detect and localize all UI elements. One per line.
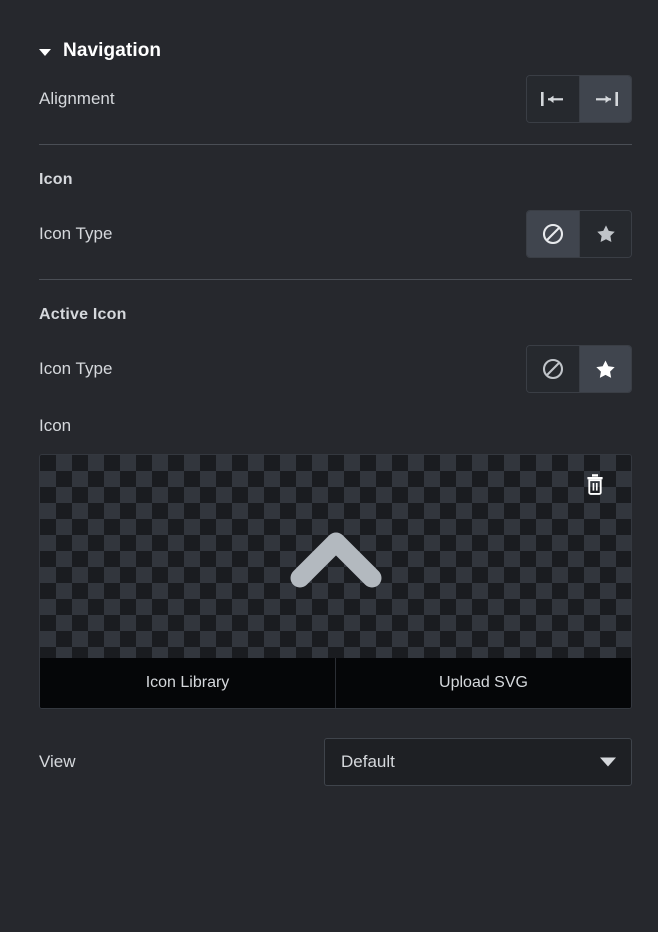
view-label: View	[39, 752, 76, 771]
icon-library-button[interactable]: Icon Library	[40, 658, 335, 708]
active-icon-type-row: Icon Type	[0, 342, 658, 396]
align-right-button[interactable]	[579, 76, 631, 122]
group-heading-icon: Icon	[39, 171, 73, 188]
active-icon-type-icon-button[interactable]	[579, 346, 631, 392]
icon-media-actions: Icon Library Upload SVG	[40, 658, 631, 708]
icon-type-label: Icon Type	[39, 224, 113, 243]
icon-media-control: Icon Library Upload SVG	[39, 454, 632, 709]
star-icon	[595, 223, 617, 245]
ban-icon	[541, 222, 565, 246]
align-left-button[interactable]	[527, 76, 579, 122]
page-title: Navigation	[63, 40, 162, 61]
upload-svg-button[interactable]: Upload SVG	[335, 658, 631, 708]
group-heading-active-icon: Active Icon	[39, 306, 127, 323]
star-icon	[594, 358, 617, 381]
view-select[interactable]: Default	[324, 738, 632, 786]
align-left-icon	[539, 90, 567, 108]
active-icon-type-choices	[526, 345, 632, 393]
align-right-icon	[592, 90, 620, 108]
ban-icon	[541, 357, 565, 381]
alignment-label: Alignment	[39, 89, 115, 108]
icon-field-label: Icon	[39, 416, 72, 435]
navigation-settings-panel: Navigation Alignment Icon Icon Type Acti…	[0, 0, 658, 932]
view-select-wrap: Default	[324, 738, 632, 786]
icon-type-icon-button[interactable]	[579, 211, 631, 257]
active-icon-type-label: Icon Type	[39, 359, 113, 378]
active-icon-type-none-button[interactable]	[527, 346, 579, 392]
icon-type-choices	[526, 210, 632, 258]
icon-preview-area[interactable]	[40, 455, 631, 658]
icon-field-label-row: Icon	[0, 408, 658, 444]
alignment-choices	[526, 75, 632, 123]
chevron-up-icon	[290, 526, 382, 588]
trash-icon	[585, 473, 605, 498]
delete-icon-button[interactable]	[581, 471, 609, 499]
view-row: View Default	[0, 735, 658, 789]
caret-down-icon	[39, 48, 51, 56]
icon-type-none-button[interactable]	[527, 211, 579, 257]
alignment-row: Alignment	[0, 72, 658, 126]
icon-type-row: Icon Type	[0, 207, 658, 261]
section-header-navigation[interactable]: Navigation	[0, 0, 658, 72]
